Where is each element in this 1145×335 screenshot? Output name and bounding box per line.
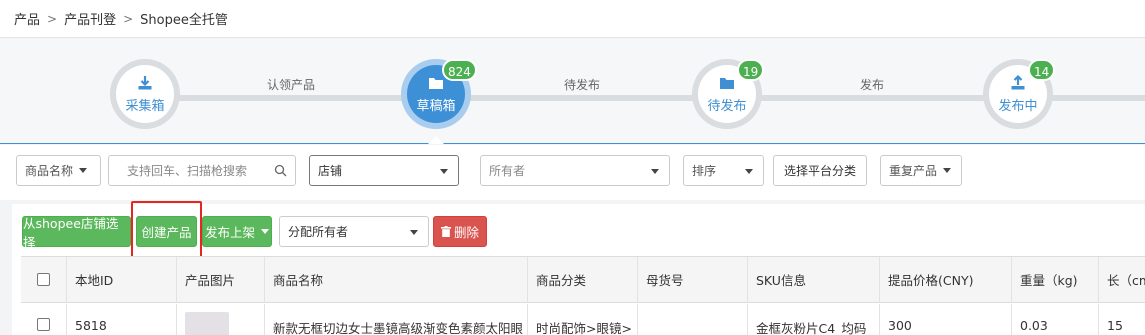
chevron-down-icon bbox=[745, 169, 753, 174]
publish-listing-dropdown[interactable]: 发布上架 bbox=[202, 216, 272, 247]
stepper-track bbox=[470, 95, 695, 101]
product-name-cell[interactable]: 新款无框切边女士墨镜高级渐变色素颜太阳眼 bbox=[264, 304, 527, 335]
step-badge-count: 824 bbox=[442, 59, 477, 81]
select-all-checkbox[interactable] bbox=[37, 273, 50, 286]
folder-icon bbox=[429, 77, 443, 89]
product-thumbnail[interactable] bbox=[185, 312, 229, 335]
active-step-pointer bbox=[428, 136, 444, 144]
column-header[interactable]: 提品价格(CNY) bbox=[879, 257, 1011, 302]
folder-icon bbox=[720, 77, 734, 89]
breadcrumb-separator: > bbox=[47, 11, 58, 26]
shop-select[interactable]: 店铺 bbox=[309, 155, 459, 186]
weight-cell: 0.03 bbox=[1011, 304, 1098, 335]
column-header[interactable]: 商品分类 bbox=[527, 257, 637, 302]
chevron-down-icon bbox=[261, 229, 269, 234]
column-header: 产品图片 bbox=[176, 257, 264, 302]
breadcrumb: 产品 > 产品刊登 > Shopee全托管 bbox=[0, 0, 1145, 38]
chevron-down-icon bbox=[943, 168, 952, 173]
row-checkbox[interactable] bbox=[37, 318, 50, 331]
price-cell: 300 bbox=[879, 304, 1011, 335]
column-header[interactable]: 母货号 bbox=[637, 257, 747, 302]
chevron-down-icon bbox=[410, 230, 418, 235]
step-label: 待发布 bbox=[707, 98, 747, 114]
button-label: 从shopee店铺选择 bbox=[23, 215, 119, 250]
stepper-track bbox=[760, 95, 985, 101]
breadcrumb-item-products[interactable]: 产品 bbox=[14, 9, 40, 28]
select-value: 分配所有者 bbox=[288, 225, 349, 239]
search-input[interactable]: 支持回车、扫描枪搜索 bbox=[108, 155, 296, 186]
product-list-panel: 从shopee店铺选择 创建产品 发布上架 分配所有者 删除 本地ID 产品图片… bbox=[12, 201, 1145, 335]
category-cell: 时尚配饰>眼镜> bbox=[527, 304, 637, 335]
button-label: 发布上架 bbox=[204, 225, 255, 240]
chevron-down-icon bbox=[440, 169, 448, 174]
assign-owner-select[interactable]: 分配所有者 bbox=[279, 216, 429, 247]
stepper-track bbox=[175, 95, 405, 101]
button-label: 选择平台分类 bbox=[783, 164, 856, 178]
highlight-box bbox=[131, 201, 202, 262]
trash-icon bbox=[440, 226, 451, 237]
step-link-claim[interactable]: 认领产品 bbox=[231, 76, 351, 93]
column-header[interactable]: 商品名称 bbox=[264, 257, 527, 302]
image-cell bbox=[176, 304, 264, 335]
local-id-cell: 5818 bbox=[66, 304, 176, 335]
chevron-down-icon bbox=[651, 169, 659, 174]
column-header[interactable]: 本地ID bbox=[66, 257, 176, 302]
search-placeholder: 支持回车、扫描枪搜索 bbox=[127, 164, 248, 178]
step-label: 发布中 bbox=[998, 98, 1038, 114]
step-badge-count: 14 bbox=[1028, 59, 1056, 81]
table-header-row: 本地ID 产品图片 商品名称 商品分类 母货号 SKU信息 提品价格(CNY) … bbox=[21, 256, 1145, 303]
workflow-stepper: 认领产品 待发布 发布 采集箱 草稿箱 824 待发布 19 发布中 14 bbox=[0, 39, 1145, 144]
search-icon[interactable] bbox=[274, 164, 287, 177]
select-from-shopee-button[interactable]: 从shopee店铺选择 bbox=[22, 216, 131, 250]
duplicate-product-select[interactable]: 重复产品 bbox=[880, 155, 962, 186]
column-header[interactable]: 重量（kg) bbox=[1011, 257, 1098, 302]
breadcrumb-separator: > bbox=[123, 11, 134, 26]
step-link-to-publish[interactable]: 待发布 bbox=[522, 76, 642, 93]
filter-bar: 商品名称 支持回车、扫描枪搜索 店铺 所有者 排序 选择平台分类 重复产品 bbox=[0, 145, 1145, 200]
upload-icon bbox=[1011, 74, 1025, 89]
column-header: SKU信息 bbox=[747, 257, 879, 302]
select-value: 所有者 bbox=[489, 164, 526, 178]
download-icon bbox=[138, 75, 152, 89]
step-badge-count: 19 bbox=[737, 59, 765, 81]
button-label: 删除 bbox=[453, 225, 479, 240]
step-label: 采集箱 bbox=[125, 98, 165, 114]
platform-category-button[interactable]: 选择平台分类 bbox=[773, 155, 867, 186]
step-label: 草稿箱 bbox=[416, 98, 456, 114]
row-select-cell bbox=[21, 304, 66, 335]
length-cell: 15 bbox=[1098, 304, 1145, 335]
owner-select[interactable]: 所有者 bbox=[480, 155, 670, 186]
delete-button[interactable]: 删除 bbox=[433, 216, 487, 247]
table-row[interactable]: 5818 新款无框切边女士墨镜高级渐变色素颜太阳眼 时尚配饰>眼镜> 金框灰粉片… bbox=[21, 304, 1145, 335]
chevron-down-icon bbox=[79, 168, 88, 173]
product-name-select[interactable]: 商品名称 bbox=[16, 155, 101, 186]
select-value: 重复产品 bbox=[889, 164, 938, 178]
column-header[interactable]: 长（cm bbox=[1098, 257, 1145, 302]
sort-select[interactable]: 排序 bbox=[683, 155, 764, 186]
step-link-publish[interactable]: 发布 bbox=[812, 76, 932, 93]
select-value: 商品名称 bbox=[25, 164, 74, 178]
select-all-cell bbox=[21, 257, 66, 302]
step-collection-box[interactable]: 采集箱 bbox=[110, 59, 180, 129]
stepper-track bbox=[1050, 95, 1145, 101]
select-value: 店铺 bbox=[318, 164, 343, 178]
breadcrumb-item-listing[interactable]: 产品刊登 bbox=[64, 9, 116, 28]
breadcrumb-item-current: Shopee全托管 bbox=[140, 13, 228, 28]
sku-info-cell: 金框灰粉片C4_均码 bbox=[747, 304, 879, 335]
parent-sku-cell bbox=[637, 304, 747, 335]
select-value: 排序 bbox=[692, 164, 717, 178]
